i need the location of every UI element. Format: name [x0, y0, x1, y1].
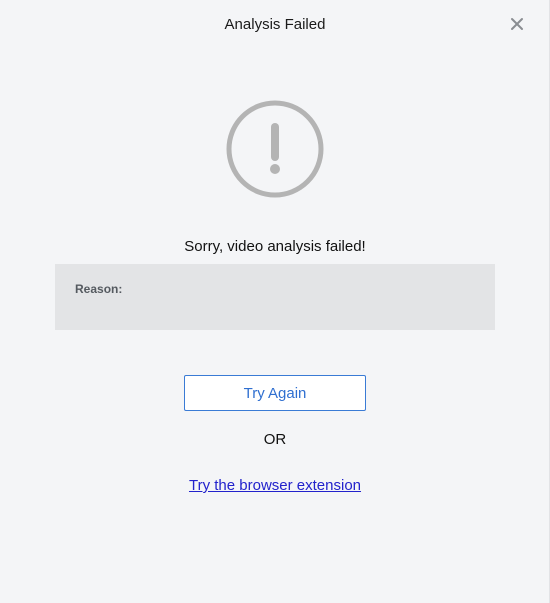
exclamation-circle-icon	[225, 99, 325, 199]
analysis-failed-dialog: Analysis Failed Sorry, video analysis fa…	[0, 0, 550, 603]
close-icon	[511, 18, 523, 30]
browser-extension-link[interactable]: Try the browser extension	[189, 477, 361, 494]
close-button[interactable]	[507, 14, 527, 34]
reason-label: Reason:	[75, 282, 123, 296]
browser-extension-link-row: Try the browser extension	[0, 477, 550, 494]
error-message: Sorry, video analysis failed!	[184, 238, 366, 255]
or-separator: OR	[263, 431, 287, 448]
reason-box: Reason:	[55, 264, 495, 330]
try-again-button[interactable]: Try Again	[184, 375, 366, 411]
dialog-title: Analysis Failed	[224, 16, 326, 33]
